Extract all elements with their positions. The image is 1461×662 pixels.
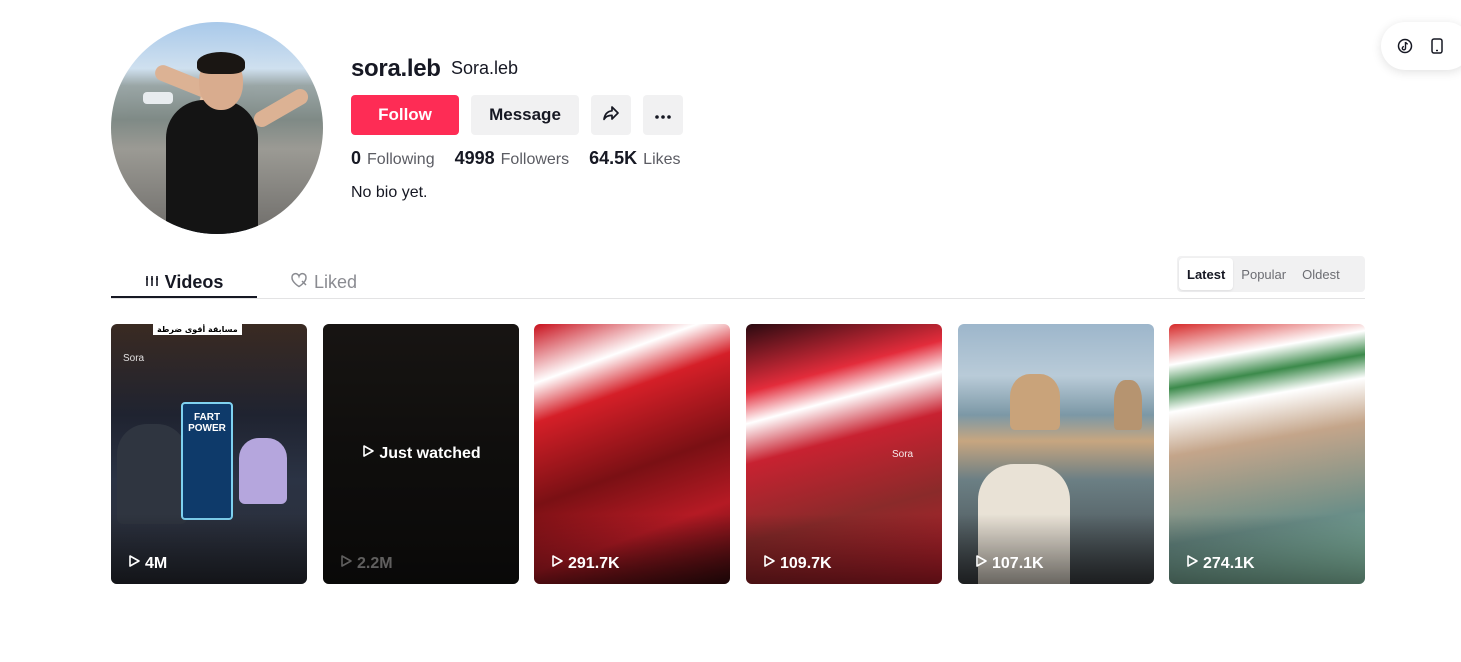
video-view-count: 107.1K xyxy=(974,554,1044,573)
profile-username: sora.leb xyxy=(351,55,441,82)
sort-popular[interactable]: Popular xyxy=(1233,258,1294,290)
following-label[interactable]: Following xyxy=(367,151,435,169)
tiktok-logo-icon[interactable] xyxy=(1397,38,1413,54)
followers-count[interactable]: 4998 xyxy=(455,148,495,169)
profile-nickname: Sora.leb xyxy=(451,58,519,78)
floating-app-widget xyxy=(1381,22,1461,70)
video-card[interactable]: FART POWER مسابقة أقوى ضرطة Sora 4M xyxy=(111,324,307,584)
share-arrow-icon xyxy=(601,103,621,128)
video-card[interactable]: 107.1K xyxy=(958,324,1154,584)
video-caption-overlay: مسابقة أقوى ضرطة xyxy=(153,324,242,335)
just-watched-badge: Just watched xyxy=(323,444,519,463)
play-outline-icon xyxy=(361,444,375,463)
video-card[interactable]: 274.1K xyxy=(1169,324,1365,584)
play-outline-icon xyxy=(127,554,141,573)
sort-latest[interactable]: Latest xyxy=(1179,258,1234,290)
video-sign-text: FART POWER xyxy=(188,412,226,434)
video-card[interactable]: 291.7K xyxy=(534,324,730,584)
video-view-count: 109.7K xyxy=(762,554,832,573)
play-outline-icon xyxy=(550,554,564,573)
tab-videos[interactable]: Videos xyxy=(111,266,257,298)
video-view-count: 274.1K xyxy=(1185,554,1255,573)
tab-liked-label: Liked xyxy=(314,271,358,292)
play-outline-icon xyxy=(762,554,776,573)
tab-liked[interactable]: Liked xyxy=(290,266,357,298)
sort-oldest[interactable]: Oldest xyxy=(1294,258,1348,290)
likes-count: 64.5K xyxy=(589,148,638,168)
tab-videos-label: Videos xyxy=(164,271,224,292)
play-outline-icon xyxy=(974,554,988,573)
message-button[interactable]: Message xyxy=(471,95,579,135)
follow-button[interactable]: Follow xyxy=(351,95,459,135)
profile-avatar[interactable] xyxy=(111,22,323,234)
video-card[interactable]: Sora 109.7K xyxy=(746,324,942,584)
share-button[interactable] xyxy=(591,95,631,135)
sort-segmented-control: Latest Popular Oldest xyxy=(1177,256,1365,292)
video-card[interactable]: Just watched 2.2M xyxy=(323,324,519,584)
tabs-divider xyxy=(111,298,1365,299)
play-outline-icon xyxy=(339,554,353,573)
more-options-button[interactable] xyxy=(643,95,683,135)
followers-label[interactable]: Followers xyxy=(501,151,569,169)
video-watermark: Sora xyxy=(123,353,145,364)
video-view-count: 4M xyxy=(127,554,167,573)
heart-outline-icon xyxy=(290,272,308,293)
video-view-count: 2.2M xyxy=(339,554,393,573)
following-count[interactable]: 0 xyxy=(351,148,361,169)
mobile-phone-icon[interactable] xyxy=(1429,38,1445,54)
video-watermark: Sora xyxy=(892,449,914,460)
play-outline-icon xyxy=(1185,554,1199,573)
profile-stats: 0 Following 4998 Followers 64.5K Likes xyxy=(351,148,701,169)
ellipsis-icon xyxy=(654,105,672,125)
video-view-count: 291.7K xyxy=(550,554,620,573)
grid-lines-icon xyxy=(145,272,159,293)
profile-bio: No bio yet. xyxy=(351,184,428,201)
likes-label: Likes xyxy=(643,151,681,168)
